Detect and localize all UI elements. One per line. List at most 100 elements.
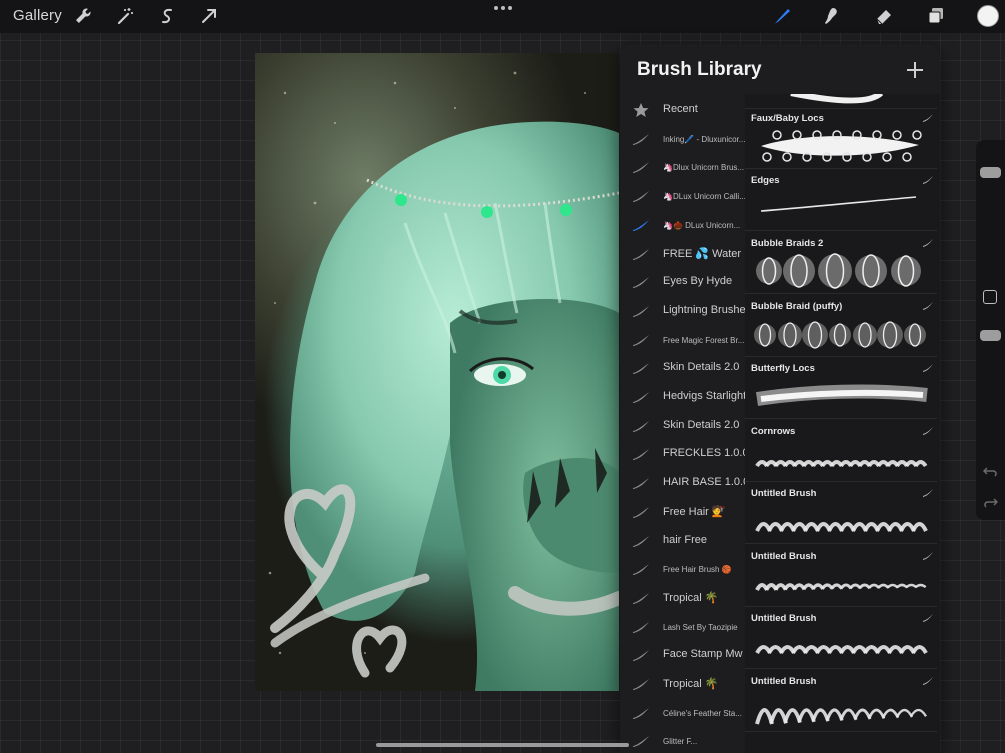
brush-set-item[interactable]: Tropical 🌴 [620, 670, 745, 698]
brush-stroke-icon [633, 277, 649, 289]
brush-stroke-icon [633, 305, 649, 317]
brush-item[interactable]: Faux/Baby Locs [745, 109, 937, 169]
brush-item[interactable]: Untitled Brush [745, 547, 937, 607]
brush-set-item[interactable]: 🦄🌰 DLux Unicorn... [620, 211, 745, 239]
brush-set-label: Recent [663, 103, 698, 115]
brush-item[interactable]: Untitled Brush [745, 484, 937, 544]
brush-set-item[interactable]: Lash Set By Taozipie [620, 613, 745, 641]
brush-set-label: hair Free [663, 533, 708, 546]
brush-stroke-preview [790, 94, 884, 104]
brush-type-icon [923, 239, 933, 247]
brush-set-label: Lightning Brushes [663, 303, 745, 316]
brush-item[interactable]: Bubble Braid (puffy) [745, 297, 937, 357]
brush-item[interactable]: Untitled Brush [745, 609, 937, 669]
color-swatch[interactable] [977, 5, 999, 27]
brush-type-icon [923, 364, 933, 372]
brush-name: Untitled Brush [751, 488, 817, 499]
brush-name: Edges [751, 175, 780, 186]
brush-icon[interactable] [770, 5, 794, 27]
brush-set-item[interactable]: FRECKLES 1.0.0 [620, 440, 745, 468]
brush-stroke-preview [756, 253, 921, 289]
brush-stroke-icon [633, 392, 649, 403]
layers-icon[interactable] [924, 5, 948, 27]
redo-icon[interactable] [983, 496, 998, 508]
brush-stroke-icon [633, 363, 649, 375]
brush-set-item[interactable]: Face Stamp Mw [620, 641, 745, 669]
brush-stroke-icon [633, 564, 649, 576]
gallery-button[interactable]: Gallery [13, 7, 62, 24]
brush-item[interactable]: Bubble Braids 2 [745, 234, 937, 294]
brush-stroke-icon [633, 219, 649, 231]
brush-set-item[interactable]: 🦄DLux Unicorn Calli... [620, 182, 745, 210]
brush-set-label: HAIR BASE 1.0.0 [663, 476, 745, 489]
brush-set-item[interactable]: Recent [620, 96, 745, 124]
brush-set-label: Skin Details 2.0 [663, 418, 740, 431]
brush-type-icon [923, 302, 933, 310]
brush-stroke-icon [633, 133, 649, 145]
brush-set-label: Céline's Feather Sta... [663, 708, 742, 718]
undo-icon[interactable] [983, 465, 998, 477]
smudge-icon[interactable] [820, 5, 844, 27]
brush-set-item[interactable]: HAIR BASE 1.0.0 [620, 469, 745, 497]
brush-set-item[interactable]: Free Hair 💇 [620, 498, 745, 526]
brush-item[interactable] [745, 94, 937, 109]
brush-name: Untitled Brush [751, 551, 817, 562]
brush-name: Cornrows [751, 426, 796, 437]
brush-set-label: Eyes By Hyde [663, 275, 733, 288]
brush-stroke-preview [755, 708, 928, 725]
brush-set-item[interactable]: Céline's Feather Sta... [620, 699, 745, 727]
brush-type-icon [923, 114, 933, 122]
drawing-canvas[interactable] [255, 53, 619, 691]
brush-set-item[interactable]: 🦄Dlux Unicorn Brus... [620, 153, 745, 181]
brush-name: Faux/Baby Locs [751, 113, 824, 124]
right-sidebar [976, 140, 1005, 520]
magic-wand-icon[interactable] [113, 5, 137, 27]
brush-set-item[interactable]: Skin Details 2.0 [620, 354, 745, 382]
brush-set-item[interactable]: Eyes By Hyde [620, 268, 745, 296]
brush-set-item[interactable]: Free Magic Forest Br... [620, 326, 745, 354]
brush-item[interactable]: Butterfly Locs [745, 359, 937, 419]
brush-set-item[interactable]: Inking🖊️ - Dluxunicor... [620, 125, 745, 153]
brush-stroke-preview [761, 130, 922, 162]
brush-set-item[interactable]: Skin Details 2.0 [620, 412, 745, 440]
brush-set-item[interactable]: FREE 💦 Water [620, 240, 745, 268]
brush-item[interactable]: Edges [745, 171, 937, 231]
brush-set-list[interactable]: Recent Inking🖊️ - Dluxunicor... 🦄Dlux Unic… [620, 94, 745, 753]
panel-title: Brush Library [637, 59, 762, 80]
add-brush-set-icon[interactable] [905, 60, 925, 80]
more-options-icon[interactable] [494, 6, 512, 12]
brush-set-item[interactable]: Glitter F... [620, 727, 745, 753]
brush-name: Bubble Braids 2 [751, 238, 824, 249]
selection-s-icon[interactable] [155, 5, 179, 27]
brush-stroke-icon [633, 506, 649, 518]
brush-stroke-icon [633, 248, 649, 260]
brush-name: Untitled Brush [751, 676, 817, 687]
brush-stroke-icon [633, 535, 649, 547]
home-indicator[interactable] [376, 743, 629, 747]
brush-stroke-icon [633, 679, 649, 690]
brush-type-icon [923, 552, 933, 560]
opacity-slider[interactable] [980, 329, 1001, 341]
brush-set-item[interactable]: Tropical 🌴 [620, 584, 745, 612]
transform-arrow-icon[interactable] [197, 5, 221, 27]
brush-list[interactable]: Faux/Baby Locs Edges Bubble Braids 2 Bubble… [745, 94, 940, 753]
brush-name: Butterfly Locs [751, 363, 815, 374]
brush-set-label: Free Magic Forest Br... [663, 335, 745, 345]
brush-item[interactable]: Untitled Brush [745, 672, 937, 732]
modify-button[interactable] [983, 290, 997, 304]
brush-set-label: 🦄Dlux Unicorn Brus... [663, 163, 745, 173]
brush-size-slider[interactable] [980, 166, 1001, 178]
brush-set-label: Glitter F... [663, 737, 698, 747]
brush-set-item[interactable]: Hedvigs Starlight [620, 383, 745, 411]
brush-set-label: FRECKLES 1.0.0 [663, 447, 745, 460]
brush-stroke-icon [633, 449, 649, 461]
wrench-icon[interactable] [71, 5, 95, 27]
brush-set-item[interactable]: hair Free [620, 527, 745, 555]
brush-type-icon [923, 427, 933, 435]
brush-set-item[interactable]: Lightning Brushes [620, 297, 745, 325]
brush-set-item[interactable]: Free Hair Brush 🏀 [620, 555, 745, 583]
eraser-icon[interactable] [872, 5, 896, 27]
brush-set-label: Free Hair 💇 [663, 505, 726, 518]
brush-item[interactable]: Cornrows [745, 422, 937, 482]
artwork-illustration [268, 71, 619, 691]
